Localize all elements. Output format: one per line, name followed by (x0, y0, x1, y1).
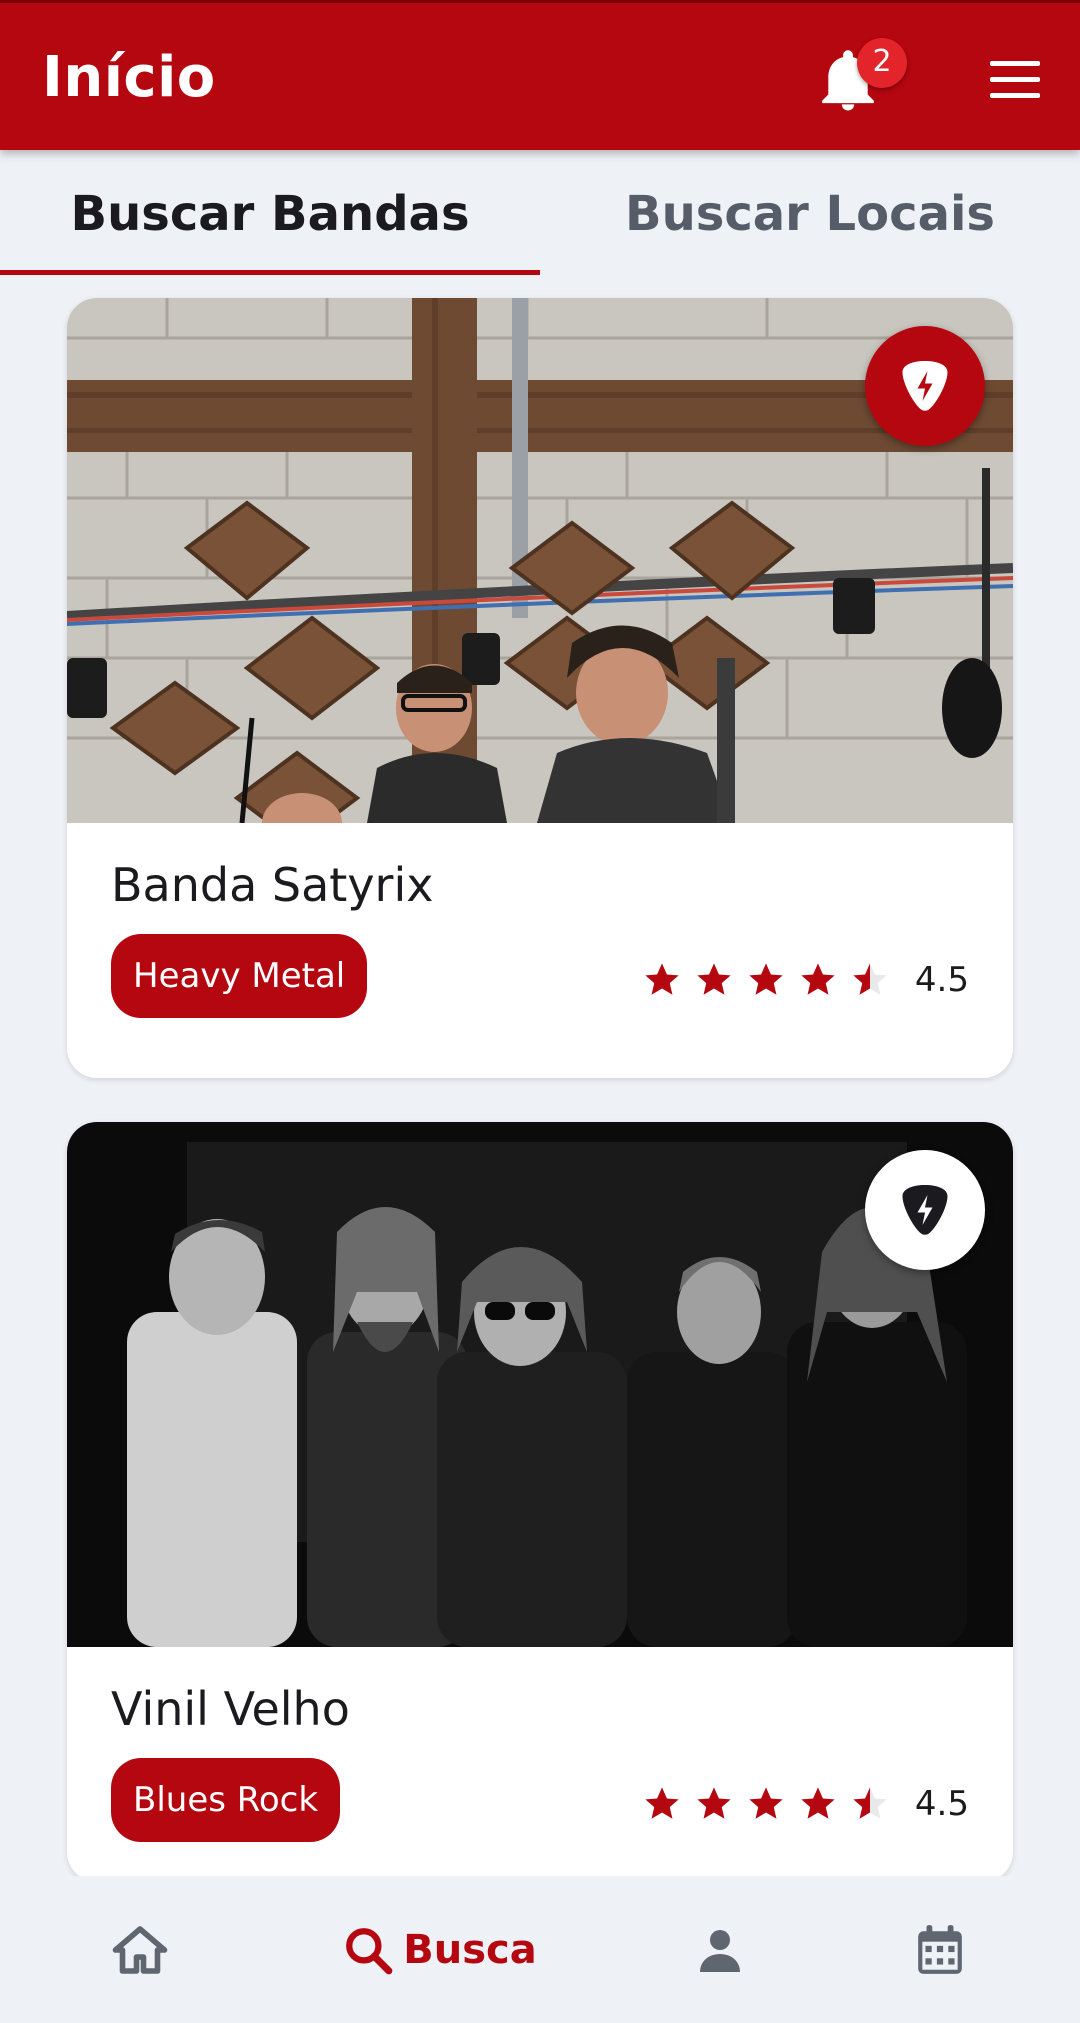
favorite-button[interactable] (865, 1150, 985, 1270)
bottom-navigation: Busca (0, 1876, 1080, 2023)
star-half-icon (853, 1787, 887, 1819)
person-icon (700, 1929, 740, 1972)
star-full-icon (697, 1787, 731, 1819)
active-tab-indicator (0, 270, 540, 275)
star-full-icon (801, 1787, 835, 1819)
nav-search-label: Busca (403, 1926, 537, 1973)
genre-chip[interactable]: Heavy Metal (111, 934, 368, 1018)
guitar-pick-lightning-icon (902, 361, 948, 411)
star-full-icon (697, 963, 731, 995)
rating-value: 4.5 (914, 960, 969, 1000)
rating-value: 4.5 (914, 1784, 969, 1824)
nav-profile[interactable] (650, 1876, 790, 2023)
rating-stars (643, 961, 889, 999)
rating-stars (643, 1785, 889, 1823)
search-icon (346, 1927, 393, 1974)
star-full-icon (645, 963, 679, 995)
star-full-icon (645, 1787, 679, 1819)
tab-buscar-locais[interactable]: Buscar Locais (540, 150, 1080, 278)
hamburger-icon (990, 61, 1042, 98)
notification-badge: 2 (857, 38, 907, 88)
genre-chip[interactable]: Blues Rock (111, 1758, 341, 1842)
app-bar: Início 2 (0, 0, 1080, 150)
nav-search[interactable]: Busca (320, 1876, 560, 2023)
band-name: Banda Satyrix (111, 858, 434, 912)
tab-buscar-bandas[interactable]: Buscar Bandas (0, 150, 540, 278)
guitar-pick-lightning-icon (902, 1185, 948, 1235)
star-full-icon (801, 963, 835, 995)
star-half-icon (853, 963, 887, 995)
band-card[interactable]: Vinil Velho Blues Rock 4.5 (67, 1122, 1013, 1882)
tab-bar: Buscar Bandas Buscar Locais (0, 150, 1080, 278)
star-full-icon (749, 1787, 783, 1819)
calendar-icon (918, 1924, 962, 1974)
page-title: Início (42, 45, 216, 110)
favorite-button[interactable] (865, 326, 985, 446)
band-card[interactable]: Banda Satyrix Heavy Metal 4.5 (67, 298, 1013, 1078)
nav-home[interactable] (70, 1876, 210, 2023)
rating: 4.5 (643, 960, 969, 1000)
home-icon (112, 1925, 168, 1974)
band-name: Vinil Velho (111, 1682, 350, 1736)
star-full-icon (749, 963, 783, 995)
nav-calendar[interactable] (870, 1876, 1010, 2023)
rating: 4.5 (643, 1784, 969, 1824)
menu-button[interactable] (990, 61, 1042, 99)
